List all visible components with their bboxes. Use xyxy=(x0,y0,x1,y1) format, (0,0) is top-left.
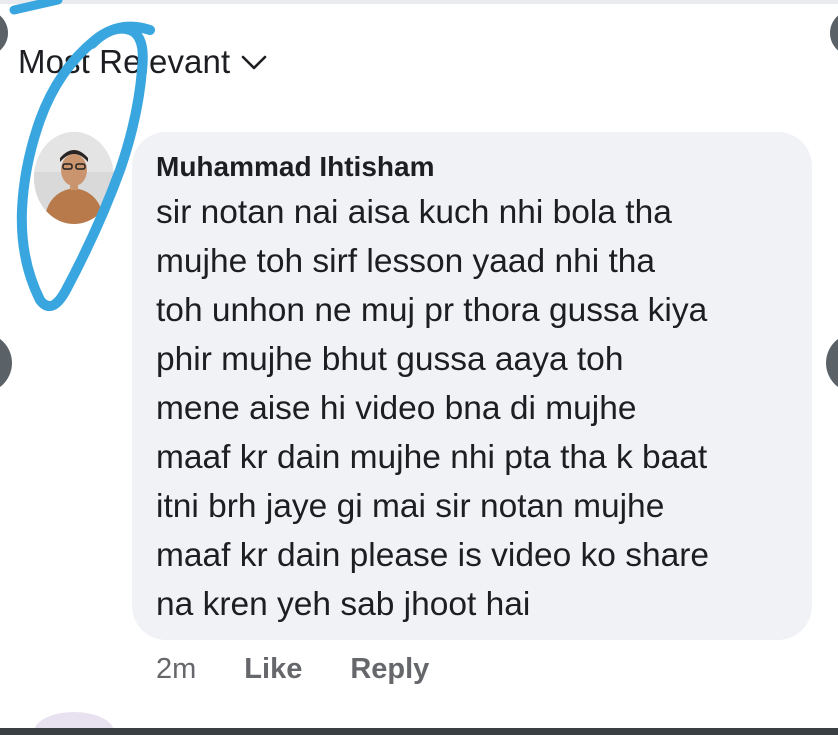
comment-line: maaf kr dain please is video ko share xyxy=(156,537,710,574)
left-scroll-handle-top xyxy=(0,10,8,56)
comment-line: maaf kr dain mujhe nhi pta tha k baat xyxy=(156,439,708,476)
like-button[interactable]: Like xyxy=(244,653,302,686)
chevron-down-icon xyxy=(241,55,267,70)
comment-line: sir notan nai aisa kuch nhi bola tha xyxy=(156,194,672,231)
comment-line: toh unhon ne muj pr thora gussa kiya xyxy=(156,292,708,329)
comment-line: mene aise hi video bna di mujhe xyxy=(156,390,637,427)
left-scroll-handle xyxy=(0,333,12,393)
comment-line: na kren yeh sab jhoot hai xyxy=(156,586,531,623)
right-scroll-handle-top xyxy=(830,10,838,56)
sort-dropdown[interactable]: Most Relevant xyxy=(18,40,268,84)
reply-button[interactable]: Reply xyxy=(350,653,429,686)
sort-label: Most Relevant xyxy=(18,43,231,80)
comment-line: itni brh jaye gi mai sir notan mujhe xyxy=(156,488,665,525)
comment-actions: 2m Like Reply xyxy=(156,648,477,690)
comment-line: mujhe toh sirf lesson yaad nhi tha xyxy=(156,243,656,280)
comment-line: phir mujhe bhut gussa aaya toh xyxy=(156,341,624,378)
bottom-edge xyxy=(0,728,838,735)
profile-photo xyxy=(34,132,114,224)
comment-text: sir notan nai aisa kuch nhi bola tha muj… xyxy=(156,188,788,629)
top-edge xyxy=(0,0,838,4)
comment-timestamp: 2m xyxy=(156,652,197,685)
comment-bubble: Muhammad Ihtisham sir notan nai aisa kuc… xyxy=(132,132,812,640)
right-scroll-handle xyxy=(826,333,838,393)
comment-author[interactable]: Muhammad Ihtisham xyxy=(156,150,788,184)
avatar[interactable] xyxy=(34,132,114,224)
